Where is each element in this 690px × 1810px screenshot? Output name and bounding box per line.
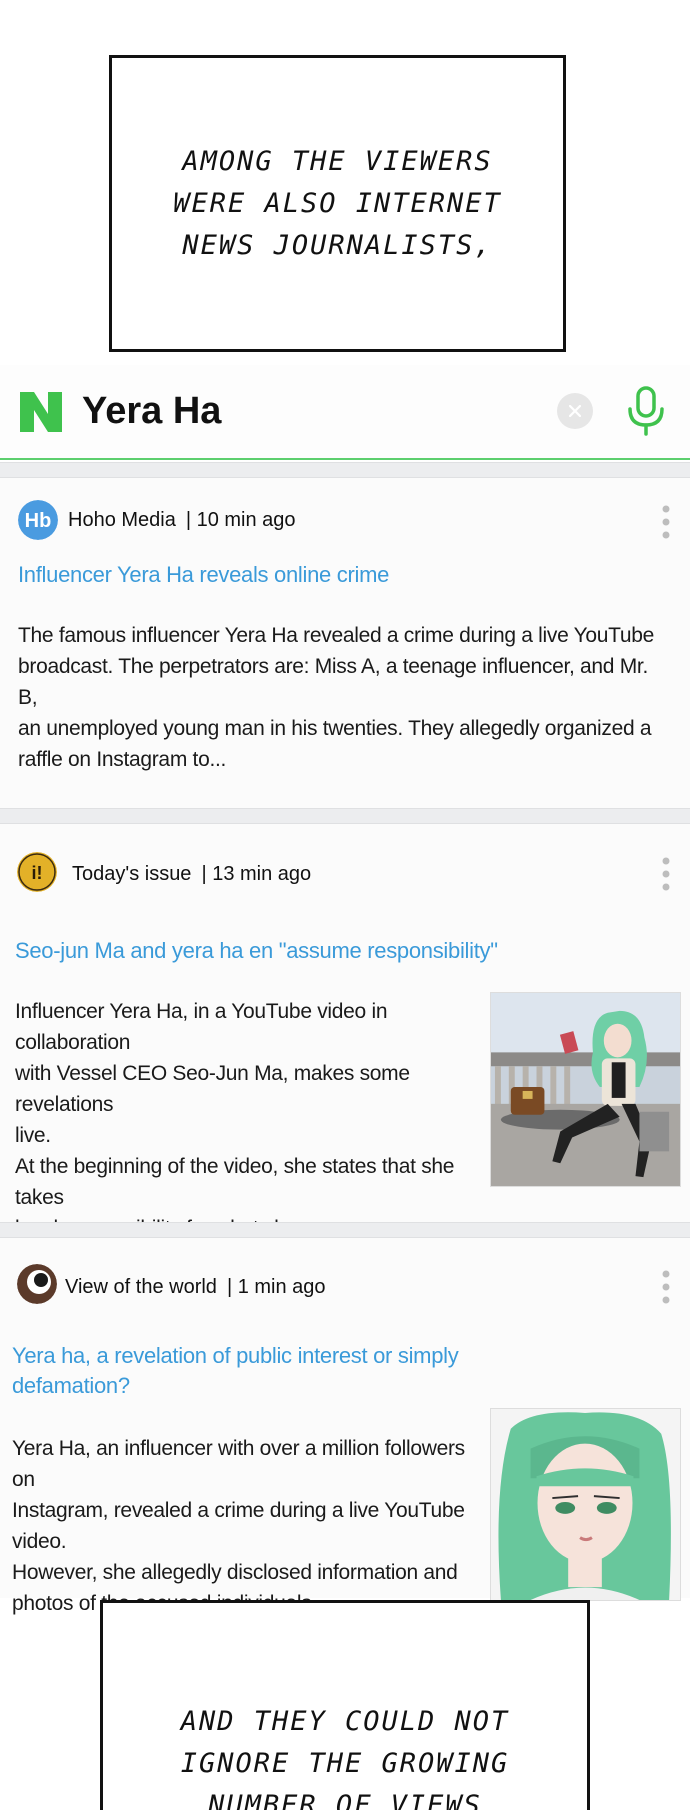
section-divider xyxy=(0,808,690,824)
microphone-icon[interactable] xyxy=(623,385,669,437)
article-source-line: View of the world | 1 min ago xyxy=(65,1274,332,1300)
caption-text-bottom: AND THEY COULD NOT IGNORE THE GROWING NU… xyxy=(180,1706,510,1810)
more-options-icon[interactable] xyxy=(661,856,671,892)
snippet-line: At the beginning of the video, she state… xyxy=(15,1155,455,1209)
headline-line: defamation? xyxy=(12,1373,130,1398)
green-haired-woman-seated-thumbnail[interactable] xyxy=(490,992,681,1187)
article-headline[interactable]: Yera ha, a revelation of public interest… xyxy=(12,1341,482,1401)
caption-text-top: AMONG THE VIEWERS WERE ALSO INTERNET NEW… xyxy=(173,145,502,261)
article-headline[interactable]: Influencer Yera Ha reveals online crime xyxy=(18,560,618,590)
headline-line: Yera ha, a revelation of public interest… xyxy=(12,1343,459,1368)
n-logo-icon xyxy=(20,392,62,432)
more-options-icon[interactable] xyxy=(661,504,671,540)
snippet-line: with Vessel CEO Seo-Jun Ma, makes some r… xyxy=(15,1062,410,1116)
close-icon xyxy=(568,404,582,418)
article-source: View of the world xyxy=(65,1276,217,1298)
snippet-line: broadcast. The perpetrators are: Miss A,… xyxy=(18,655,648,709)
search-bar[interactable]: Yera Ha xyxy=(0,365,690,460)
snippet-line: Yera Ha, an influencer with over a milli… xyxy=(12,1437,465,1491)
news-card-2[interactable]: i! Today's issue | 13 min ago Seo-jun Ma … xyxy=(0,824,690,1240)
clear-search-button[interactable] xyxy=(557,393,593,429)
snippet-line: The famous influencer Yera Ha revealed a… xyxy=(18,624,655,647)
green-haired-woman-portrait-thumbnail[interactable] xyxy=(490,1408,681,1601)
section-divider xyxy=(0,462,690,478)
snippet-line: Instagram, revealed a crime during a liv… xyxy=(12,1499,465,1553)
article-source-line: Today's issue | 13 min ago xyxy=(72,861,317,887)
snippet-line: Influencer Yera Ha, in a YouTube video i… xyxy=(15,1000,388,1054)
news-card-3[interactable]: View of the world | 1 min ago Yera ha, a … xyxy=(0,1238,690,1615)
snippet-line: However, she allegedly disclosed informa… xyxy=(12,1561,458,1584)
caption-box-top: AMONG THE VIEWERS WERE ALSO INTERNET NEW… xyxy=(109,55,566,352)
view-of-the-world-eye-logo-icon xyxy=(17,1264,57,1304)
article-source: Hoho Media xyxy=(68,509,176,531)
article-time: | 10 min ago xyxy=(185,509,296,531)
article-source-line: Hoho Media | 10 min ago xyxy=(68,507,302,533)
svg-text:Hb: Hb xyxy=(25,510,52,532)
todays-issue-logo-icon: i! xyxy=(17,852,57,892)
news-card-1[interactable]: Hb Hoho Media | 10 min ago Influencer Yer… xyxy=(0,478,690,808)
snippet-line: live. xyxy=(15,1124,51,1147)
article-snippet: The famous influencer Yera Ha revealed a… xyxy=(18,620,668,775)
article-time: | 1 min ago xyxy=(226,1276,326,1298)
hoho-media-logo-icon: Hb xyxy=(18,500,58,540)
article-time: | 13 min ago xyxy=(201,863,312,885)
article-snippet: Yera Ha, an influencer with over a milli… xyxy=(12,1433,492,1619)
caption-box-bottom: AND THEY COULD NOT IGNORE THE GROWING NU… xyxy=(100,1600,590,1810)
snippet-line: raffle on Instagram to... xyxy=(18,748,227,771)
article-snippet: Influencer Yera Ha, in a YouTube video i… xyxy=(15,996,485,1244)
search-query[interactable]: Yera Ha xyxy=(82,387,221,435)
snippet-line: an unemployed young man in his twenties.… xyxy=(18,717,652,740)
article-headline[interactable]: Seo-jun Ma and yera ha en "assume respon… xyxy=(15,936,655,966)
article-source: Today's issue xyxy=(72,863,192,885)
svg-text:i!: i! xyxy=(32,863,43,883)
more-options-icon[interactable] xyxy=(661,1269,671,1305)
section-divider xyxy=(0,1222,690,1238)
